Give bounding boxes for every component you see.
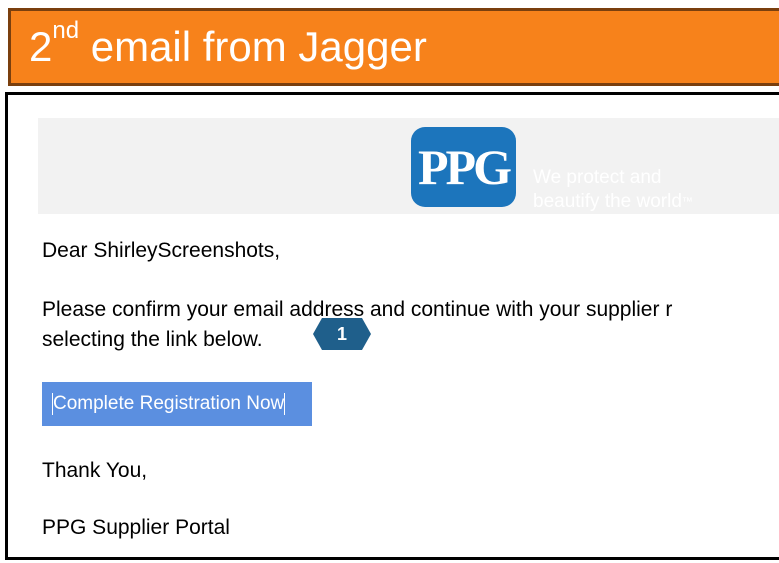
title-number: 2 bbox=[29, 23, 53, 70]
complete-registration-link[interactable]: Complete Registration Now bbox=[42, 382, 312, 426]
slide-title-bar: 2nd email from Jagger bbox=[8, 8, 779, 86]
step-callout-marker: 1 bbox=[313, 318, 371, 350]
ppg-logo-text: PPG bbox=[418, 139, 512, 195]
trademark-mark: ™ bbox=[681, 196, 693, 208]
email-signoff: PPG Supplier Portal bbox=[42, 516, 230, 539]
email-header-banner: PPG We protect and beautify the world™ bbox=[38, 118, 779, 214]
complete-registration-label: Complete Registration Now bbox=[53, 393, 285, 414]
tagline-line-1: We protect and bbox=[533, 167, 662, 188]
step-number: 1 bbox=[336, 324, 347, 344]
tagline-line-2: beautify the world bbox=[533, 191, 682, 212]
title-ordinal-suffix: nd bbox=[52, 17, 80, 44]
email-screenshot: PPG We protect and beautify the world™ D… bbox=[5, 92, 779, 560]
ppg-logo: PPG bbox=[411, 127, 516, 207]
title-text: email from Jagger bbox=[79, 23, 427, 70]
ppg-tagline: We protect and beautify the world™ bbox=[533, 166, 693, 214]
text-cursor-end bbox=[284, 392, 286, 415]
email-greeting: Dear ShirleyScreenshots, bbox=[42, 239, 281, 262]
email-thanks: Thank You, bbox=[42, 459, 148, 482]
